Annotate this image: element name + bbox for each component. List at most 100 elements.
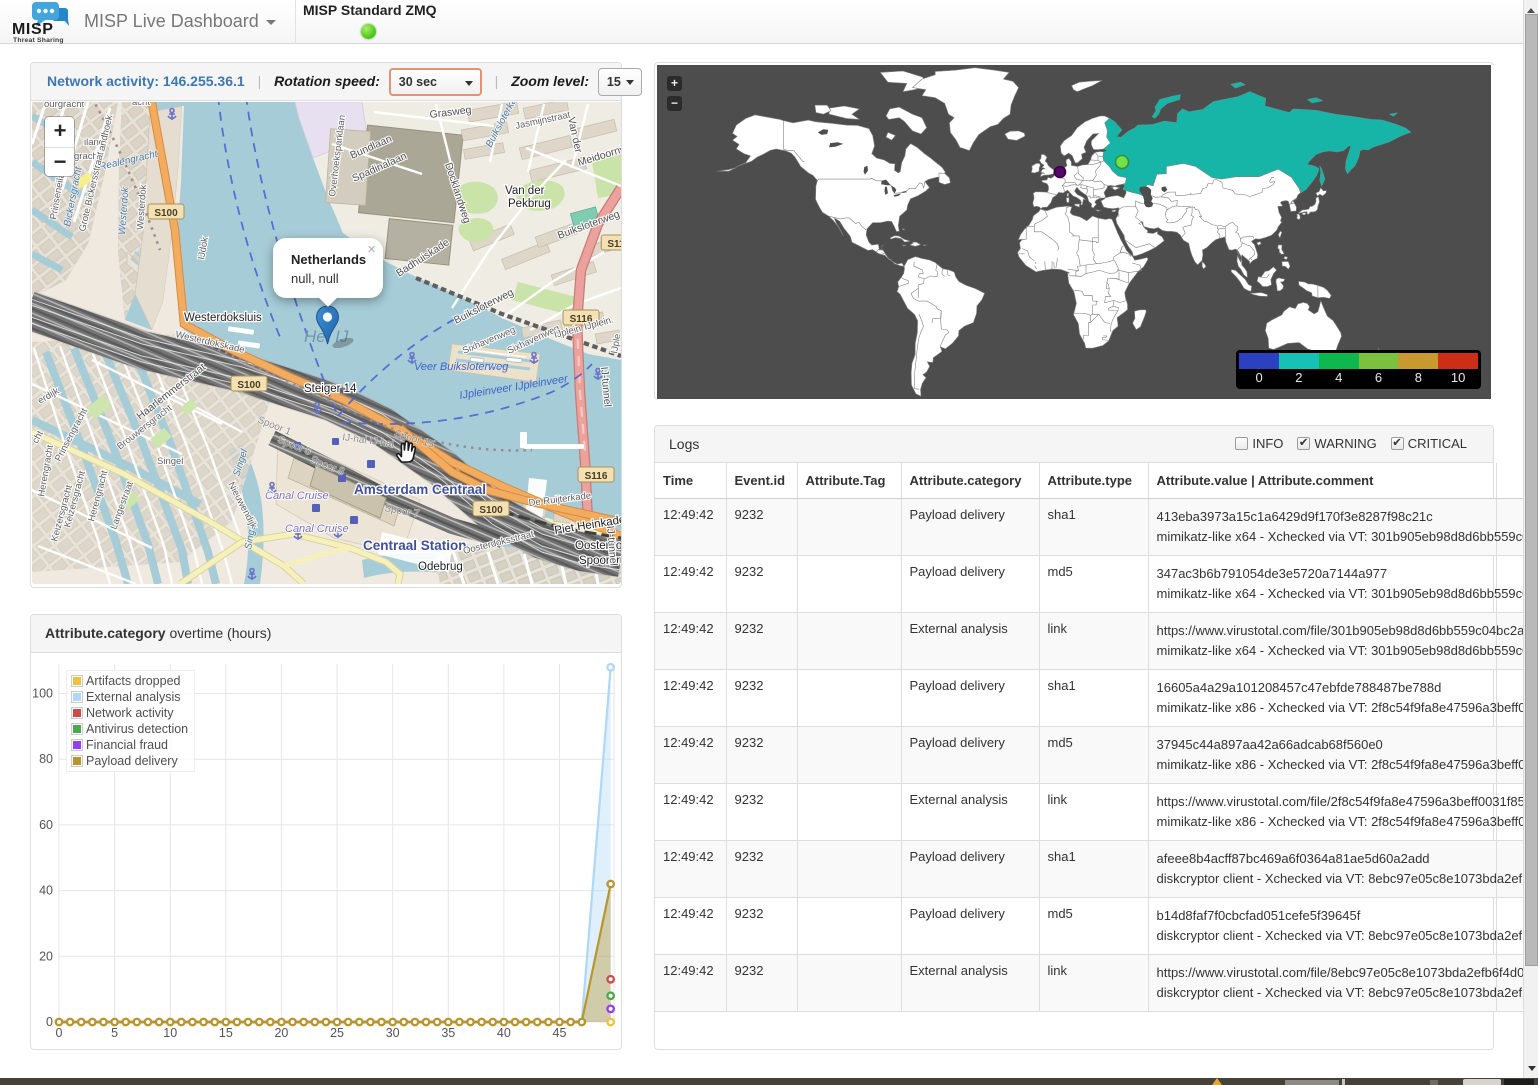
logs-cell: md5 [1039,556,1148,613]
world-map[interactable]: + − 0246810 [656,64,1494,400]
os-taskbar[interactable] [0,1078,1538,1085]
x-tick-label: 45 [553,1026,567,1040]
country-japan-honshu[interactable] [1299,197,1320,215]
logs-row[interactable]: 12:49:429232Payload deliverymd5347ac3b6b… [655,556,1538,613]
world-zoom-out-button[interactable]: − [667,96,682,111]
scrollbar-down-arrow-icon[interactable] [1524,1058,1538,1076]
logs-cell-value-comment: https://www.virustotal.com/file/301b905e… [1148,613,1496,670]
country-australia[interactable] [1265,301,1341,358]
country-new-siberian[interactable] [1308,98,1323,103]
country-new-guinea[interactable] [1299,281,1332,298]
country-sumatra[interactable] [1231,270,1251,292]
country-japan-kyushu[interactable] [1297,214,1301,220]
country-puerto-rico[interactable] [924,245,927,246]
country-madagascar[interactable] [1133,310,1147,330]
country-sakhalin[interactable] [1320,166,1325,186]
country-cyprus[interactable] [1112,210,1116,212]
map-label: Canal Cruise [265,490,329,502]
country-novaya-zemlya[interactable] [1152,95,1180,119]
x-tick-label: 30 [386,1026,400,1040]
filter-checkbox-warning[interactable] [1297,437,1310,450]
taskbar-tray-item[interactable] [1463,1079,1501,1085]
marker-netherlands[interactable] [1055,167,1066,178]
taskbar-tray-item[interactable] [1504,1079,1534,1085]
zoom-level-select[interactable]: 15 [598,68,642,96]
legend-item: Artifacts dropped [71,673,188,689]
country-cuba[interactable] [890,236,910,242]
country-mindanao[interactable] [1282,261,1290,269]
popup-close-icon[interactable]: × [367,241,376,258]
country-sri-lanka[interactable] [1202,262,1206,269]
x-tick-label: 15 [219,1026,233,1040]
taskbar-icon[interactable] [1430,1080,1438,1085]
logs-row[interactable]: 12:49:429232Payload deliverysha1413eba39… [655,499,1538,556]
country-aleutian[interactable] [717,168,736,172]
x-tick-label: 35 [441,1026,455,1040]
country-jamaica[interactable] [903,245,907,246]
attribute-comment: mimikatz-like x86 - Xchecked via VT: 2f8… [1157,698,1488,718]
country-baffin[interactable] [886,107,927,134]
misp-logo[interactable]: MISP Threat Sharing [12,1,72,43]
country-bahamas[interactable] [903,229,905,230]
logs-row[interactable]: 12:49:429232Payload deliverysha116605a4a… [655,670,1538,727]
country-java[interactable] [1250,293,1267,297]
marker-russia[interactable] [1116,156,1129,169]
legend-swatch [71,723,83,735]
rotation-speed-select[interactable]: 30 sec [389,68,482,96]
country-sulawesi[interactable] [1276,278,1285,291]
logs-row[interactable]: 12:49:429232External analysislinkhttps:/… [655,784,1538,841]
logs-row[interactable]: 12:49:429232External analysislinkhttps:/… [655,955,1538,1012]
popup-title: Netherlands [291,252,365,267]
country-crete[interactable] [1096,210,1101,212]
filter-label-warning: WARNING [1314,436,1376,451]
logs-cell: 12:49:42 [655,955,726,1012]
country-ireland[interactable] [1031,163,1040,173]
country-hispaniola[interactable] [910,242,921,246]
logs-row[interactable]: 12:49:429232Payload deliverymd537945c44a… [655,727,1538,784]
world-zoom-in-button[interactable]: + [667,76,682,91]
road-badge: S100 [148,204,184,219]
attribute-value: https://www.virustotal.com/file/8ebc97e0… [1157,963,1488,983]
country-palawan-etc[interactable] [1284,256,1288,259]
flot-chart[interactable]: 051015202530354045020406080100 Artifacts… [32,654,621,1049]
filter-checkbox-critical[interactable] [1391,437,1404,450]
country-japan-shikoku[interactable] [1302,213,1306,215]
country-sardinia[interactable] [1066,197,1069,202]
map-zoom-out-button[interactable]: − [45,147,75,177]
leaflet-map[interactable]: S100S100S100S116S116S11GraswegBundlaanSp… [32,102,621,584]
country-svalbard[interactable] [1072,80,1102,91]
logs-row[interactable]: 12:49:429232Payload deliverysha1afeee8b4… [655,841,1538,898]
logs-cell: 9232 [726,613,797,670]
country-uk[interactable] [1039,155,1053,177]
country-iceland[interactable] [1005,131,1025,141]
country-greenland[interactable] [913,68,1019,151]
scrollbar-thumb[interactable] [1525,14,1538,966]
country-luzon[interactable] [1278,245,1284,255]
attribute-value: https://www.virustotal.com/file/301b905e… [1157,621,1488,641]
map-marker-pin[interactable] [315,304,359,353]
scrollbar-up-arrow-icon[interactable] [1524,0,1538,14]
country-sicily[interactable] [1075,204,1080,207]
country-hainan[interactable] [1257,242,1261,246]
logs-row[interactable]: 12:49:429232External analysislinkhttps:/… [655,613,1538,670]
country-banks[interactable] [815,105,831,114]
nav-dashboard-menu[interactable]: MISP Live Dashboard [84,0,276,44]
country-wrangel[interactable] [1390,113,1398,117]
attribute-comment: mimikatz-like x86 - Xchecked via VT: 2f8… [1157,812,1488,832]
browser-scrollbar[interactable] [1523,0,1538,1078]
legend-item: Antivirus detection [71,721,188,737]
logs-row[interactable]: 12:49:429232Payload deliverymd5b14d8faf7… [655,898,1538,955]
country-newfoundland[interactable] [939,173,950,185]
taskbar-icon[interactable] [1342,1079,1345,1085]
country-corsica[interactable] [1067,193,1069,197]
filter-checkbox-info[interactable] [1235,437,1248,450]
taskbar-window-button[interactable] [1285,1080,1339,1085]
attribute-value: 413eba3973a15c1a6429d9f170f3e8287f98c21c [1157,507,1488,527]
country-southampton[interactable] [886,132,895,140]
map-zoom-in-button[interactable]: + [45,117,75,147]
country-victoria-is[interactable] [829,106,859,119]
country-severnaya-zemlya[interactable] [1231,82,1245,88]
country-taiwan[interactable] [1278,231,1282,238]
logs-header-row: TimeEvent.idAttribute.TagAttribute.categ… [655,463,1538,499]
country-japan-hokkaido[interactable] [1316,188,1327,196]
